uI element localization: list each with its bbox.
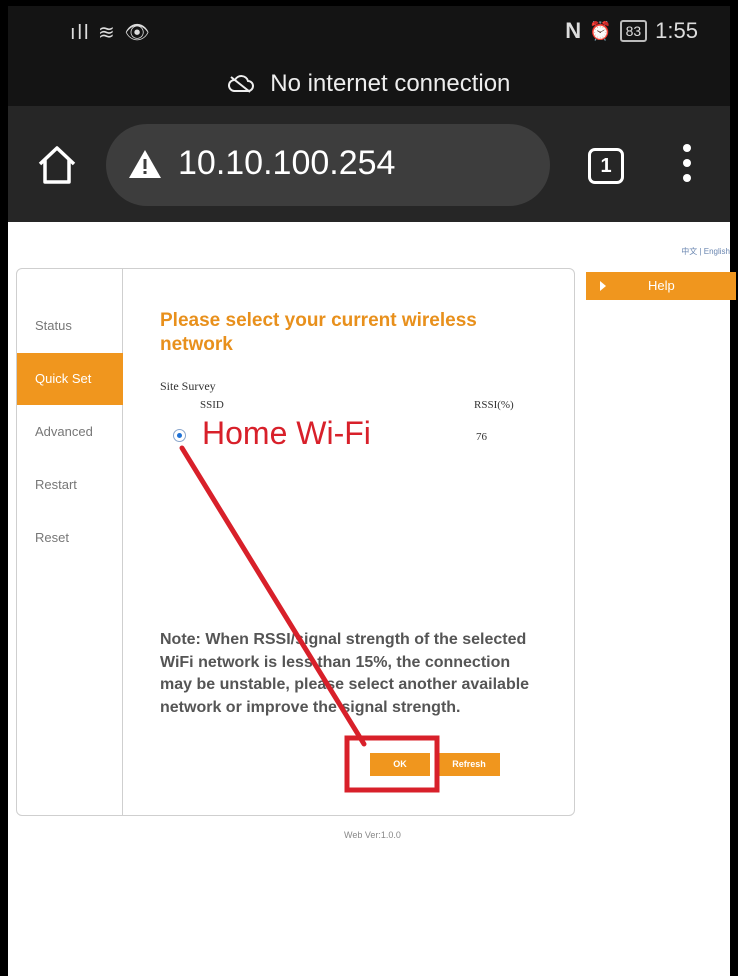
language-links[interactable]: 中文 | English [681,246,730,257]
web-version: Web Ver:1.0.0 [344,830,401,840]
home-icon[interactable] [34,142,80,188]
sidebar-item-status[interactable]: Status [17,300,123,352]
network-banner-text: No internet connection [270,70,511,97]
cloud-off-icon [227,58,254,110]
network-radio-button[interactable] [173,429,186,442]
sidebar-item-quick-set[interactable]: Quick Set [17,353,123,405]
sidebar-item-restart[interactable]: Restart [17,459,123,511]
column-header-ssid: SSID [200,399,224,411]
network-banner: No internet connection [8,58,730,106]
phone-status-bar: ıll ≋ 👁 N ⏰ 83 1:55 [8,6,730,58]
clock: 1:55 [655,18,698,43]
browser-toolbar: 10.10.100.254 1 [8,106,730,222]
quick-set-content: Please select your current wireless netw… [124,269,574,815]
rssi-value: 76 [476,431,487,443]
more-vert-icon[interactable] [680,144,694,188]
signal-icons: ıll ≋ 👁 [70,22,152,44]
nfc-icon: N [565,18,582,43]
status-right: N ⏰ 83 1:55 [565,18,698,44]
page-title: Please select your current wireless netw… [160,310,477,355]
alarm-icon: ⏰ [589,20,612,41]
url-bar[interactable]: 10.10.100.254 [106,124,550,206]
url-text[interactable]: 10.10.100.254 [178,144,395,183]
rssi-note: Note: When RSSI/signal strength of the s… [160,631,530,716]
help-label: Help [648,278,675,293]
sidebar: Status Quick Set Advanced Restart Reset [17,269,123,815]
sidebar-item-reset[interactable]: Reset [17,512,123,564]
site-survey-label: Site Survey [160,379,216,393]
tabs-icon[interactable]: 1 [588,148,624,184]
sidebar-item-advanced[interactable]: Advanced [17,406,123,458]
main-panel: Status Quick Set Advanced Restart Reset … [16,268,575,816]
refresh-button[interactable]: Refresh [438,753,500,776]
help-button[interactable]: Help [586,272,736,300]
warning-icon[interactable] [128,149,162,179]
play-arrow-icon [600,281,606,291]
column-header-rssi: RSSI(%) [474,399,514,411]
ssid-value: Home Wi-Fi [202,415,371,451]
ok-button[interactable]: OK [370,753,430,776]
web-page: 中文 | English Status Quick Set Advanced R… [8,222,736,976]
battery-icon: 83 [619,20,648,42]
